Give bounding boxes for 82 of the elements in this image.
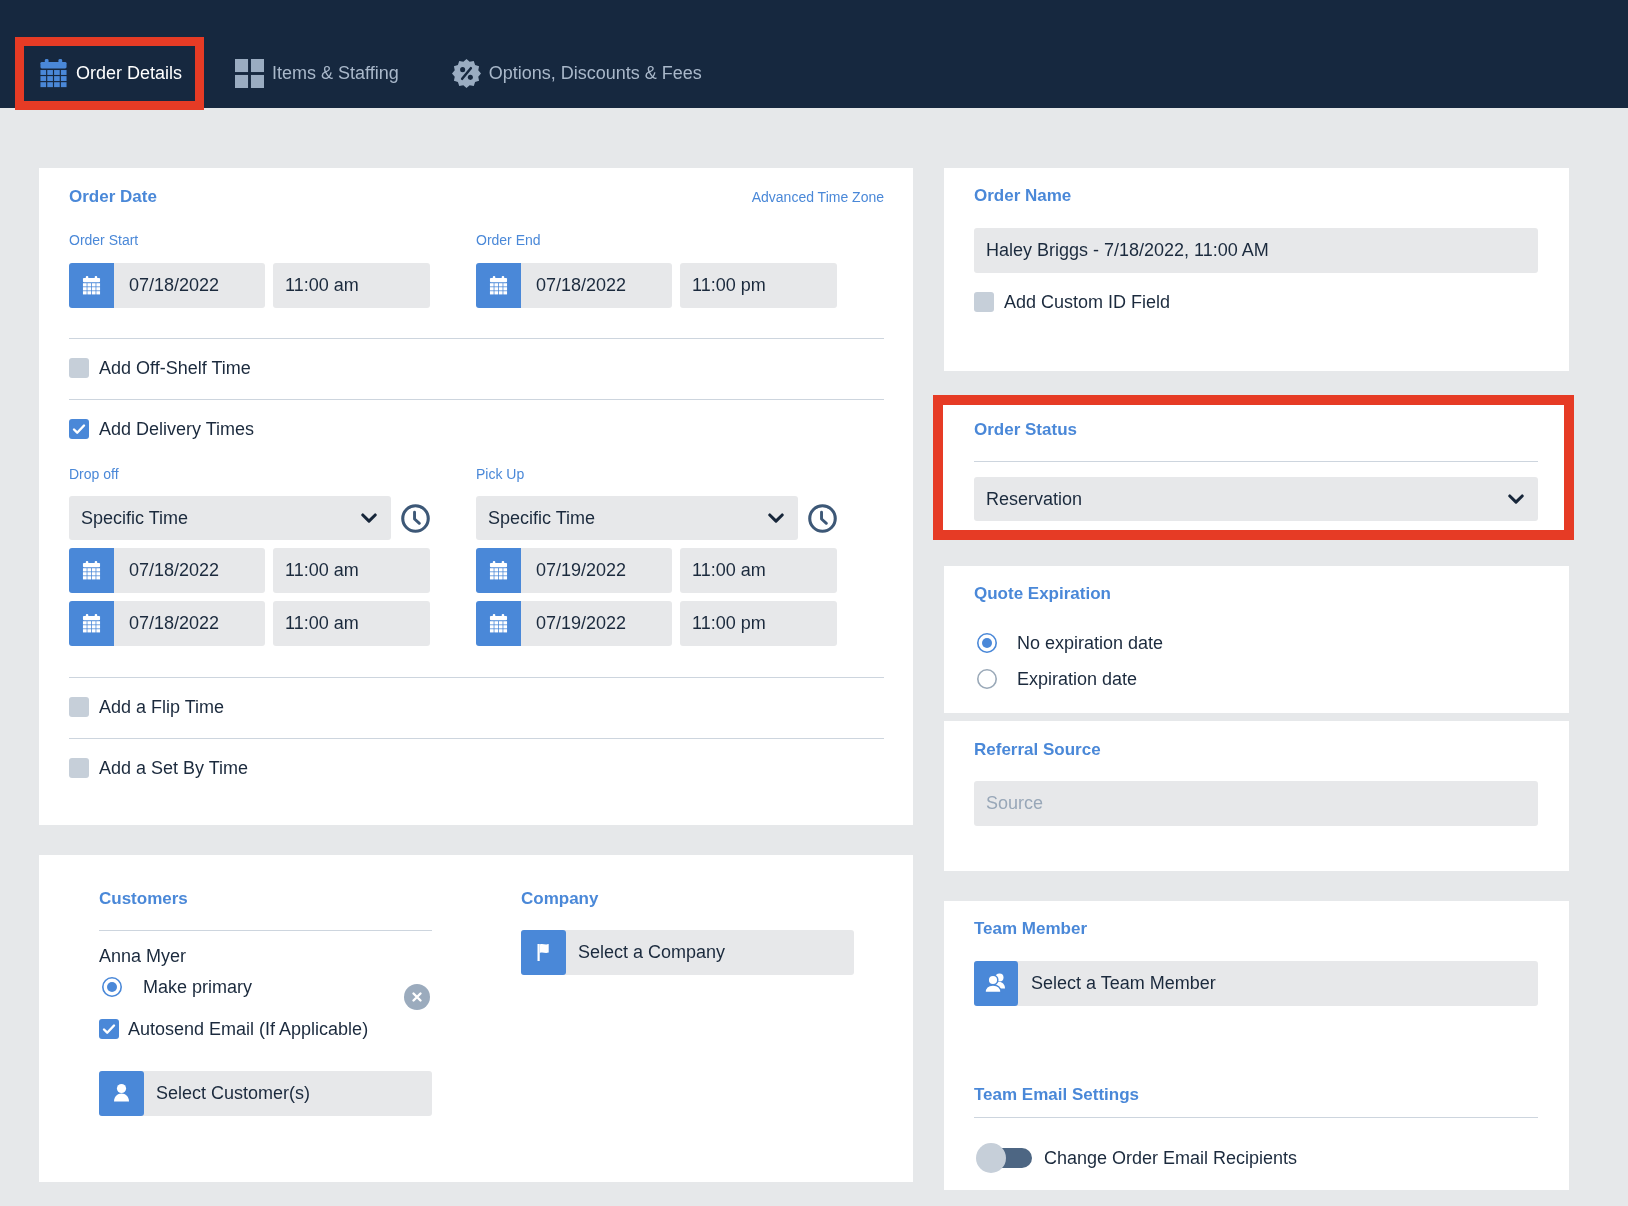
- checkbox[interactable]: [69, 358, 89, 378]
- time-field[interactable]: 11:00 pm: [680, 601, 837, 646]
- checkbox[interactable]: [974, 292, 994, 312]
- select-team-member-button[interactable]: Select a Team Member: [974, 961, 1538, 1006]
- checkbox-label: Add Delivery Times: [99, 418, 255, 441]
- select-customer-button[interactable]: Select Customer(s): [99, 1071, 432, 1116]
- checkbox-label: Add a Set By Time: [99, 757, 249, 780]
- chevron-down-icon: [361, 512, 377, 524]
- dropdown[interactable]: Specific Time: [476, 496, 798, 540]
- date-field[interactable]: 07/18/2022: [114, 548, 265, 593]
- clock-icon[interactable]: [401, 503, 430, 533]
- checkbox-label: Add Off-Shelf Time: [99, 357, 251, 380]
- checkbox-label: Add a Flip Time: [99, 696, 225, 719]
- calendar-icon: [489, 614, 508, 633]
- flag-icon: [521, 930, 566, 975]
- advanced-time-zone-link[interactable]: Advanced Time Zone: [751, 189, 884, 205]
- calendar-icon: [82, 276, 101, 295]
- calendar-button[interactable]: [69, 548, 114, 593]
- field-label: Drop off: [69, 465, 120, 483]
- select-company-button[interactable]: Select a Company: [521, 930, 854, 975]
- clock-icon[interactable]: [808, 503, 837, 533]
- time-field[interactable]: 11:00 am: [273, 601, 430, 646]
- toggle-label: Change Order Email Recipients: [1044, 1147, 1298, 1170]
- section-title: Order Date: [69, 186, 157, 208]
- chevron-down-icon: [768, 512, 784, 524]
- checkbox-label: Add Custom ID Field: [1004, 291, 1171, 314]
- order-name-field[interactable]: Haley Briggs - 7/18/2022, 11:00 AM: [974, 228, 1538, 273]
- calendar-button[interactable]: [476, 548, 521, 593]
- time-field[interactable]: 11:00 am: [680, 548, 837, 593]
- section-title: Quote Expiration: [974, 583, 1112, 605]
- calendar-button[interactable]: [476, 263, 521, 308]
- customer-name: Anna Myer: [99, 945, 188, 968]
- field-label: Pick Up: [476, 465, 526, 483]
- section-title: Referral Source: [974, 739, 1102, 761]
- dropdown[interactable]: Specific Time: [69, 496, 391, 540]
- radio-button[interactable]: [977, 669, 997, 689]
- time-field[interactable]: 11:00 am: [273, 263, 430, 308]
- section-title: Order Name: [974, 185, 1073, 207]
- date-field[interactable]: 07/18/2022: [521, 263, 672, 308]
- tab[interactable]: Items & Staffing: [211, 37, 421, 110]
- field-label: Order End: [476, 231, 542, 249]
- radio-label: No expiration date: [1017, 632, 1164, 655]
- date-field[interactable]: 07/19/2022: [521, 601, 672, 646]
- checkbox-label: Autosend Email (If Applicable): [128, 1018, 369, 1041]
- time-field[interactable]: 11:00 am: [273, 548, 430, 593]
- section-title: Customers: [99, 888, 189, 910]
- radio-label: Make primary: [143, 976, 253, 999]
- time-field[interactable]: 11:00 pm: [680, 263, 837, 308]
- radio-button[interactable]: [977, 633, 997, 653]
- grid-icon: [235, 59, 265, 88]
- checkbox[interactable]: [99, 1019, 119, 1039]
- section-title: Company: [521, 888, 600, 910]
- radio-button[interactable]: [102, 977, 122, 997]
- checkbox[interactable]: [69, 419, 89, 439]
- close-icon[interactable]: [404, 983, 430, 1010]
- status-dropdown[interactable]: Reservation: [974, 477, 1538, 521]
- calendar-button[interactable]: [69, 263, 114, 308]
- date-field[interactable]: 07/19/2022: [521, 548, 672, 593]
- section-title: Team Email Settings: [974, 1084, 1140, 1106]
- tab[interactable]: Order Details: [15, 37, 205, 110]
- calendar-icon: [489, 276, 508, 295]
- field-label: Order Start: [69, 231, 140, 249]
- date-field[interactable]: 07/18/2022: [114, 601, 265, 646]
- chevron-down-icon: [1508, 493, 1524, 505]
- percent-badge-icon: [451, 59, 481, 88]
- checkbox[interactable]: [69, 758, 89, 778]
- calendar-icon: [39, 59, 68, 88]
- users-icon: [974, 961, 1018, 1006]
- calendar-button[interactable]: [69, 601, 114, 646]
- calendar-icon: [82, 614, 101, 633]
- section-title: Team Member: [974, 918, 1089, 940]
- toggle-switch[interactable]: [976, 1143, 1032, 1173]
- calendar-icon: [489, 561, 508, 580]
- user-icon: [99, 1071, 144, 1116]
- calendar-icon: [82, 561, 101, 580]
- section-title: Order Status: [974, 419, 1078, 441]
- calendar-button[interactable]: [476, 601, 521, 646]
- tab[interactable]: Options, Discounts & Fees: [427, 37, 724, 110]
- checkbox[interactable]: [69, 697, 89, 717]
- radio-label: Expiration date: [1017, 668, 1138, 691]
- source-field[interactable]: Source: [974, 781, 1538, 826]
- date-field[interactable]: 07/18/2022: [114, 263, 265, 308]
